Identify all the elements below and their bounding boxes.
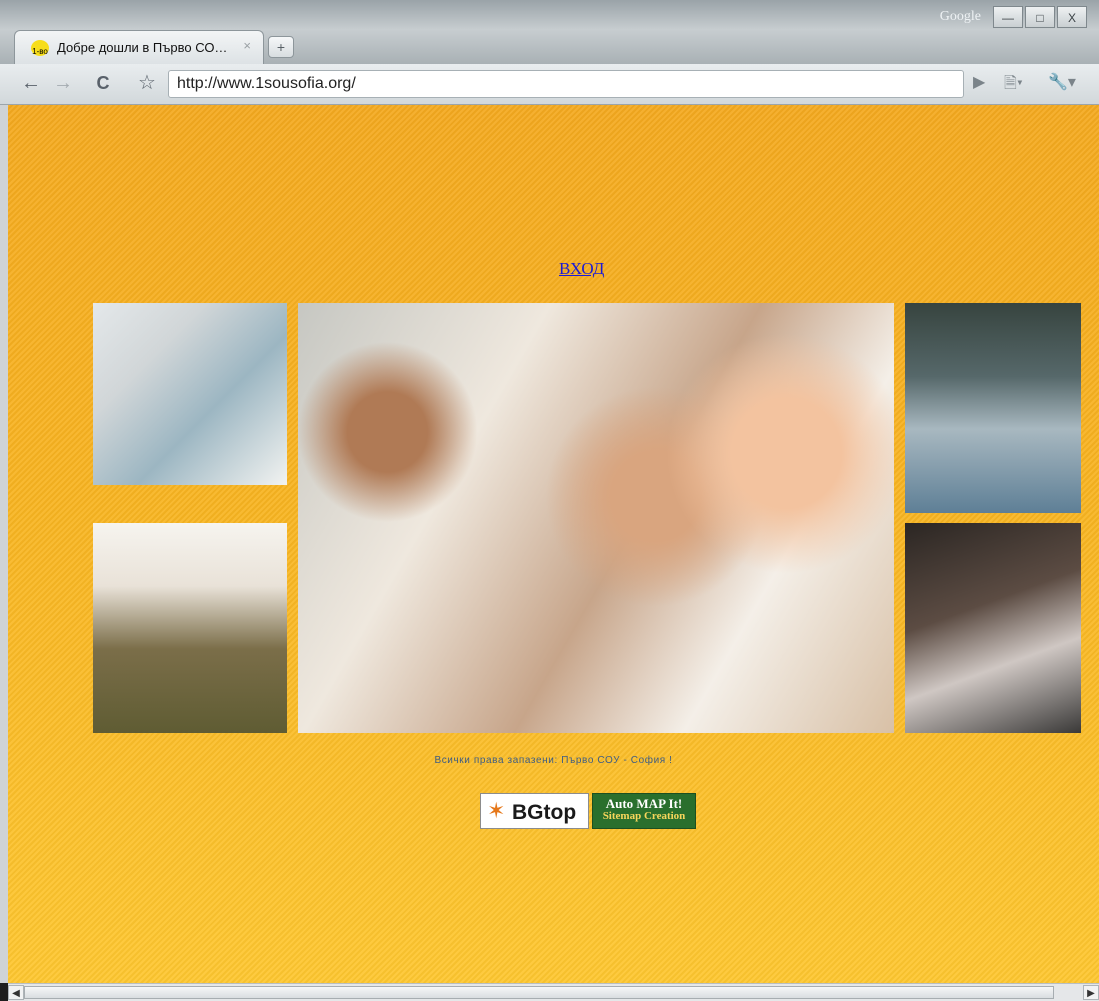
browser-toolbar: ← → C ☆ http://www.1sousofia.org/ ▶ 🗎▾ 🔧… bbox=[0, 64, 1099, 105]
photo-two-boys-with-ball bbox=[93, 523, 287, 733]
horizontal-scrollbar[interactable]: ◀ ▶ bbox=[8, 983, 1099, 1001]
scrollbar-thumb[interactable] bbox=[24, 986, 1054, 999]
tab-title: Добре дошли в Първо СО… bbox=[57, 40, 228, 55]
window-controls: Google — □ X bbox=[940, 6, 1087, 28]
reload-icon[interactable]: C bbox=[92, 72, 114, 94]
scroll-left-arrow-icon[interactable]: ◀ bbox=[8, 985, 24, 1000]
go-icon[interactable]: ▶ bbox=[973, 72, 985, 92]
maximize-button[interactable]: □ bbox=[1025, 6, 1055, 28]
bgtop-badge[interactable]: ✶ BGtop bbox=[480, 793, 589, 829]
bgtop-label: BGtop bbox=[512, 801, 577, 824]
address-bar[interactable]: http://www.1sousofia.org/ bbox=[168, 70, 964, 98]
photo-boy-at-computer bbox=[93, 303, 287, 485]
forward-icon[interactable]: → bbox=[52, 72, 74, 94]
left-frame-edge bbox=[0, 105, 8, 983]
browser-tab[interactable]: 1-во Добре дошли в Първо СО… × bbox=[14, 30, 264, 64]
bookmark-star-icon[interactable]: ☆ bbox=[136, 72, 158, 94]
automap-badge[interactable]: Auto MAP It! Sitemap Creation bbox=[592, 793, 696, 829]
login-link[interactable]: ВХОД bbox=[559, 259, 604, 279]
copyright-text: Всички права запазени: Първо СОУ - София… bbox=[434, 755, 673, 766]
school-favicon-icon: 1-во bbox=[31, 40, 49, 56]
scroll-right-arrow-icon[interactable]: ▶ bbox=[1083, 985, 1099, 1000]
footer-badges: ✶ BGtop Auto MAP It! Sitemap Creation bbox=[480, 793, 696, 829]
photo-classroom bbox=[905, 303, 1081, 513]
automap-subtitle: Sitemap Creation bbox=[602, 810, 686, 822]
photo-group-of-teens bbox=[298, 303, 894, 733]
page-menu-icon[interactable]: 🗎▾ bbox=[1004, 72, 1023, 99]
title-bar: 1-во Добре дошли в Първо СО… × + Google … bbox=[0, 0, 1099, 66]
photo-violin-boy bbox=[905, 523, 1081, 733]
web-page: ВХОД Всички права запазени: Първо СОУ - … bbox=[8, 105, 1099, 983]
minimize-button[interactable]: — bbox=[993, 6, 1023, 28]
wrench-menu-icon[interactable]: 🔧▾ bbox=[1048, 72, 1076, 92]
new-tab-button[interactable]: + bbox=[268, 36, 294, 58]
url-text: http://www.1sousofia.org/ bbox=[177, 75, 356, 92]
google-label: Google bbox=[939, 9, 981, 24]
bgtop-runner-icon: ✶ bbox=[487, 798, 506, 823]
tab-close-icon[interactable]: × bbox=[243, 38, 251, 53]
back-icon[interactable]: ← bbox=[20, 72, 42, 94]
close-window-button[interactable]: X bbox=[1057, 6, 1087, 28]
